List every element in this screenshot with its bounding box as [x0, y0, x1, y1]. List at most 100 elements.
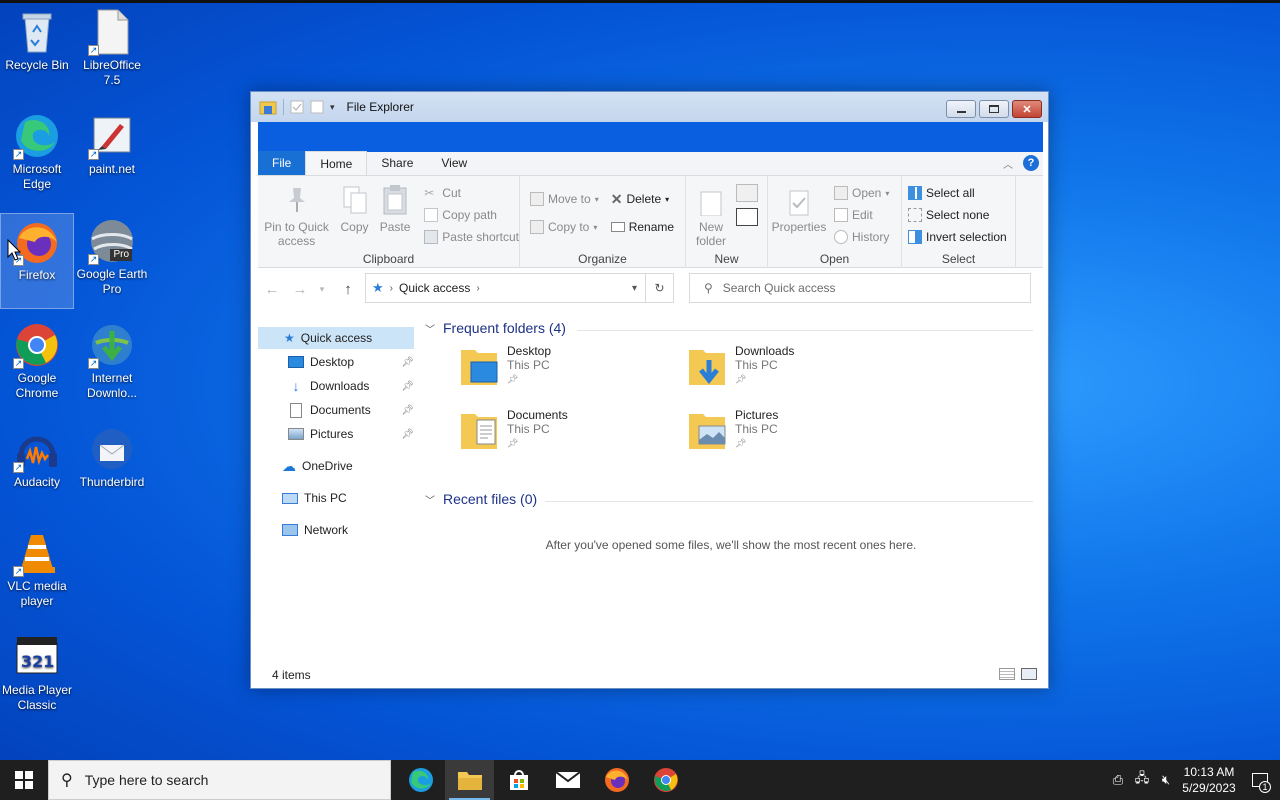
new-item-icon[interactable] — [736, 184, 758, 202]
desktop-icon-label: Firefox — [18, 268, 56, 282]
desktop-icon-internet-download-manager[interactable]: ↗ Internet Downlo... — [75, 317, 149, 413]
move-to-button[interactable]: Move to ▾ — [530, 188, 599, 210]
taskbar-search-box[interactable]: ⚲ Type here to search — [48, 760, 391, 800]
tab-view[interactable]: View — [427, 151, 481, 175]
nav-item-this-pc[interactable]: This PC — [282, 487, 414, 509]
history-button[interactable]: History — [834, 226, 889, 248]
desktop-icon-firefox[interactable]: ↗ Firefox — [0, 213, 74, 309]
desktop-icon-paintnet[interactable]: ↗ paint.net — [75, 108, 149, 204]
nav-item-onedrive[interactable]: ☁ OneDrive — [282, 455, 414, 477]
taskbar-store[interactable] — [494, 760, 543, 800]
folder-tile-documents[interactable]: Documents This PC 📌︎ — [459, 408, 679, 464]
section-title: Recent files (0) — [443, 491, 538, 507]
clock[interactable]: 10:13 AM 5/29/2023 — [1178, 764, 1240, 796]
copy-path-button[interactable]: Copy path — [424, 204, 519, 226]
forward-arrow-icon[interactable]: → — [286, 281, 314, 298]
nav-label: Documents — [310, 403, 371, 417]
up-arrow-icon[interactable]: ↑ — [330, 281, 366, 298]
taskbar-mail[interactable] — [543, 760, 592, 800]
media-player-classic-icon: 321 — [13, 633, 61, 681]
tab-home[interactable]: Home — [305, 151, 368, 175]
pin-icon[interactable]: 📌︎ — [401, 405, 414, 416]
recent-locations-icon[interactable]: ▾ — [314, 284, 330, 295]
shortcut-arrow-icon: ↗ — [13, 358, 24, 369]
cut-button[interactable]: ✂ Cut — [424, 182, 519, 204]
address-dropdown-icon[interactable]: ▾ — [632, 283, 637, 294]
desktop-icon-recycle-bin[interactable]: Recycle Bin — [0, 4, 74, 100]
minimize-button[interactable] — [946, 100, 976, 118]
back-arrow-icon[interactable]: ← — [258, 281, 286, 298]
section-divider — [577, 330, 1033, 331]
file-explorer-window[interactable]: ▾ File Explorer ✕ File Home Share View ︿… — [250, 91, 1049, 689]
desktop-icon-libreoffice[interactable]: ↗ LibreOffice 7.5 — [75, 4, 149, 100]
pin-icon[interactable]: 📌︎ — [401, 381, 414, 392]
invert-selection-button[interactable]: Invert selection — [908, 226, 1007, 248]
search-box[interactable]: ⚲ Search Quick access — [689, 273, 1031, 303]
open-button[interactable]: Open ▾ — [834, 182, 889, 204]
shortcut-arrow-icon: ↗ — [13, 149, 24, 160]
taskbar-firefox[interactable] — [592, 760, 641, 800]
close-icon: ✕ — [1022, 103, 1032, 116]
large-icons-view-icon[interactable] — [1021, 668, 1037, 680]
new-folder-qat-icon[interactable] — [310, 100, 324, 114]
network-tray-icon[interactable]: 🖧︎ — [1130, 769, 1154, 791]
tab-file[interactable]: File — [258, 151, 306, 175]
taskbar-chrome[interactable] — [641, 760, 690, 800]
chrome-icon — [653, 768, 678, 792]
select-none-icon — [908, 208, 922, 222]
desktop-icon-vlc[interactable]: ↗ VLC media player — [0, 525, 74, 621]
recent-files-header[interactable]: ﹀ Recent files (0) — [425, 491, 537, 507]
title-bar[interactable]: ▾ File Explorer ✕ — [251, 92, 1048, 122]
start-button[interactable] — [0, 760, 48, 800]
folder-tile-pictures[interactable]: Pictures This PC 📌︎ — [687, 408, 907, 464]
address-bar[interactable]: ★ › Quick access › ▾ — [365, 273, 646, 303]
select-none-button[interactable]: Select none — [908, 204, 1007, 226]
rename-button[interactable]: Rename — [610, 216, 674, 238]
delete-button[interactable]: ✕ Delete ▾ — [611, 188, 674, 210]
tab-share[interactable]: Share — [367, 151, 427, 175]
properties-qat-icon[interactable] — [290, 100, 304, 114]
pin-icon[interactable]: 📌︎ — [401, 357, 414, 368]
desktop-icon-media-player-classic[interactable]: 321 Media Player Classic — [0, 629, 74, 725]
desktop-icon-thunderbird[interactable]: Thunderbird — [75, 421, 149, 517]
nav-item-desktop[interactable]: Desktop 📌︎ — [288, 351, 414, 373]
refresh-button[interactable]: ↻ — [646, 273, 674, 303]
pin-icon: 📌︎ — [735, 438, 747, 448]
navigation-pane: ★ Quick access Desktop 📌︎ ↓ Downloads 📌︎ Doc… — [258, 318, 418, 658]
edge-icon: ↗ — [13, 112, 61, 160]
nav-item-network[interactable]: Network — [282, 519, 414, 541]
nav-item-pictures[interactable]: Pictures 📌︎ — [288, 423, 414, 445]
edit-button[interactable]: Edit — [834, 204, 889, 226]
internet-download-manager-icon: ↗ — [88, 321, 136, 369]
desktop-icon-google-earth[interactable]: Pro ↗ Google Earth Pro — [75, 213, 149, 309]
nav-item-downloads[interactable]: ↓ Downloads 📌︎ — [288, 375, 415, 397]
nav-item-documents[interactable]: Documents 📌︎ — [288, 399, 414, 421]
frequent-folders-header[interactable]: ﹀ Frequent folders (4) — [425, 320, 566, 336]
address-location[interactable]: Quick access — [399, 281, 470, 295]
desktop-icon-edge[interactable]: ↗ Microsoft Edge — [0, 108, 74, 204]
folder-tile-downloads[interactable]: Downloads This PC 📌︎ — [687, 344, 907, 400]
copy-to-button[interactable]: Copy to ▾ — [530, 216, 599, 238]
action-center-button[interactable]: 1 — [1240, 760, 1280, 800]
nav-item-quick-access[interactable]: ★ Quick access — [258, 327, 414, 349]
folder-name: Documents — [507, 408, 568, 422]
close-button[interactable]: ✕ — [1012, 100, 1042, 118]
select-all-button[interactable]: Select all — [908, 182, 1007, 204]
copy-icon — [343, 186, 366, 214]
maximize-button[interactable] — [979, 100, 1009, 118]
collapse-ribbon-icon[interactable]: ︿ — [1003, 156, 1013, 171]
easy-access-icon[interactable] — [736, 208, 758, 226]
computer-icon — [282, 492, 298, 504]
customize-qat-icon[interactable]: ▾ — [330, 102, 335, 113]
desktop-icon-audacity[interactable]: ↗ Audacity — [0, 421, 74, 517]
meet-now-icon[interactable]: ⎙ — [1106, 772, 1130, 788]
folder-tile-desktop[interactable]: Desktop This PC 📌︎ — [459, 344, 679, 400]
taskbar-file-explorer[interactable] — [445, 760, 494, 800]
help-button[interactable]: ? — [1023, 155, 1039, 171]
volume-muted-icon[interactable]: 🔇︎ — [1154, 772, 1178, 788]
taskbar-edge[interactable] — [396, 760, 445, 800]
paste-shortcut-button[interactable]: Paste shortcut — [424, 226, 519, 248]
desktop-icon-chrome[interactable]: ↗ Google Chrome — [0, 317, 74, 413]
details-view-icon[interactable] — [999, 668, 1015, 680]
pin-icon[interactable]: 📌︎ — [401, 429, 414, 440]
